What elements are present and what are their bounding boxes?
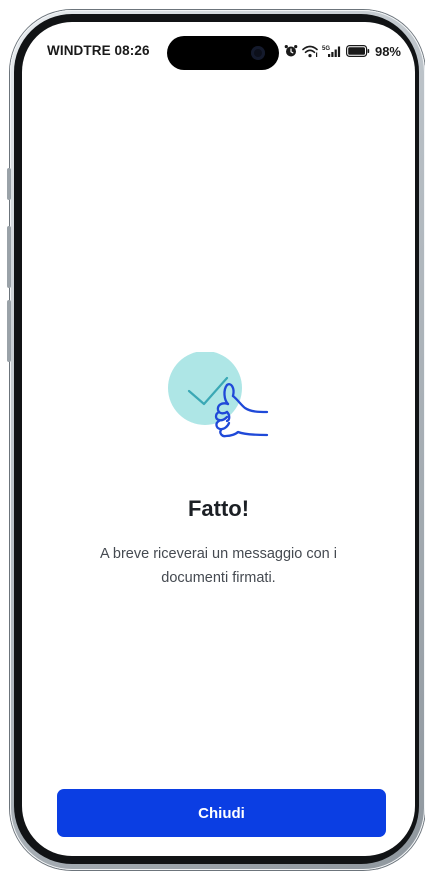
page-title: Fatto! <box>187 496 250 521</box>
signal-5g-icon: 5G <box>322 46 341 57</box>
phone-action-button <box>7 168 11 200</box>
carrier-time: WINDTRE 08:26 <box>47 43 150 58</box>
battery-percentage: 98% <box>374 43 401 59</box>
phone-volume-down-button <box>7 300 11 362</box>
page: WINDTRE 08:26 5G 98% Fatto! A breve rice… <box>0 0 425 874</box>
status-bar: WINDTRE 08:26 5G 98% <box>22 22 415 80</box>
screen: WINDTRE 08:26 5G 98% Fatto! A breve rice… <box>22 22 415 856</box>
dynamic-island <box>167 36 279 70</box>
svg-text:5G: 5G <box>322 46 330 52</box>
confirmation-message: A breve riceverai un messaggio con i doc… <box>100 546 337 586</box>
front-camera <box>251 46 265 60</box>
wifi-icon <box>302 45 318 57</box>
battery-icon <box>345 45 370 57</box>
thumbs-up-check-icon <box>168 352 269 438</box>
close-button[interactable]: Chiudi <box>57 789 386 837</box>
phone-volume-up-button <box>7 226 11 288</box>
illustration-circle <box>168 352 242 425</box>
alarm-icon <box>284 45 298 57</box>
status-icons: 5G 98% <box>284 43 401 59</box>
